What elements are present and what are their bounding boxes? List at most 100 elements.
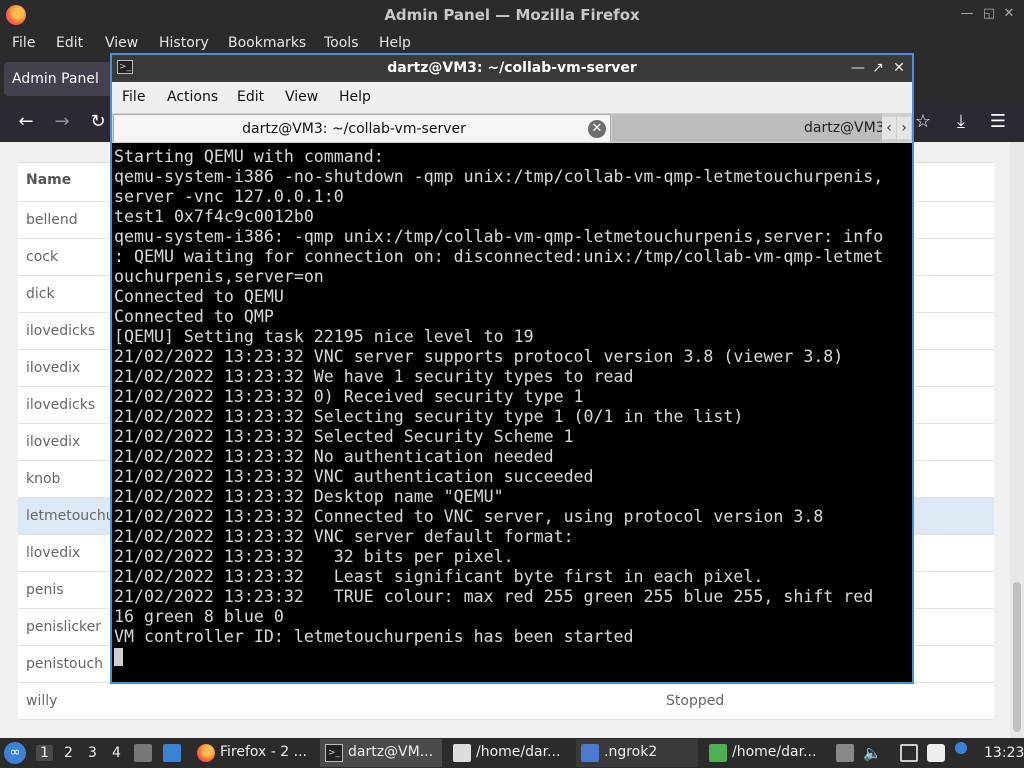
term-menu-file[interactable]: File bbox=[122, 89, 145, 105]
terminal-window-title: dartz@VM3: ~/collab-vm-server bbox=[387, 60, 637, 76]
terminal-titlebar: >_ dartz@VM3: ~/collab-vm-server — ↗ ✕ bbox=[112, 55, 912, 82]
task-label: dartz@VM... bbox=[348, 744, 434, 760]
folder-icon bbox=[581, 744, 599, 762]
task-label: /home/dar... bbox=[732, 744, 817, 760]
vm-status: Stopped bbox=[666, 693, 725, 709]
vm-name: knob bbox=[26, 471, 61, 487]
file-manager-icon[interactable] bbox=[134, 744, 152, 762]
terminal-line: 21/02/2022 13:23:32 Selected Security Sc… bbox=[114, 427, 574, 446]
menu-bookmarks[interactable]: Bookmarks bbox=[228, 35, 306, 51]
terminal-tab-label: dartz@VM3: ~/collab-vm-server bbox=[804, 120, 882, 136]
terminal-line: 21/02/2022 13:23:32 Least significant by… bbox=[114, 567, 764, 586]
start-menu-icon[interactable]: ∞ bbox=[4, 742, 26, 764]
update-icon[interactable] bbox=[955, 742, 967, 754]
terminal-line: qemu-system-i386 -no-shutdown -qmp unix:… bbox=[114, 167, 884, 186]
page-scrollbar[interactable] bbox=[1010, 142, 1024, 738]
task-terminal[interactable]: >_ dartz@VM... bbox=[320, 739, 442, 767]
terminal-menubar: File Actions Edit View Help bbox=[112, 82, 912, 113]
menu-history[interactable]: History bbox=[159, 35, 209, 51]
maximize-icon[interactable]: ◱ bbox=[980, 5, 998, 23]
terminal-tab-active[interactable]: dartz@VM3: ~/collab-vm-server ✕ bbox=[113, 114, 611, 142]
vm-name: ilovedicks bbox=[26, 397, 96, 413]
terminal-tab-2[interactable]: dartz@VM3: ~/collab-vm-server bbox=[612, 114, 882, 142]
tab-scroll-right-icon[interactable]: › bbox=[897, 117, 911, 139]
tray-stack-icon[interactable] bbox=[836, 744, 854, 762]
vm-name: ilovedicks bbox=[26, 323, 96, 339]
clipboard-icon[interactable] bbox=[927, 744, 945, 762]
workspace-2[interactable]: 2 bbox=[64, 745, 73, 761]
terminal-line: 21/02/2022 13:23:32 0) Received security… bbox=[114, 387, 584, 406]
term-menu-view[interactable]: View bbox=[285, 89, 318, 105]
terminal-line: 21/02/2022 13:23:32 No authentication ne… bbox=[114, 447, 554, 466]
menu-file[interactable]: File bbox=[12, 35, 35, 51]
terminal-window: >_ dartz@VM3: ~/collab-vm-server — ↗ ✕ F… bbox=[110, 53, 914, 684]
archive-icon bbox=[709, 744, 727, 762]
show-desktop-icon[interactable] bbox=[163, 744, 181, 762]
firefox-titlebar: Admin Panel — Mozilla Firefox — ◱ ✕ bbox=[0, 0, 1024, 30]
close-icon[interactable]: ✕ bbox=[1000, 5, 1018, 23]
volume-icon[interactable]: 🔈 bbox=[863, 744, 882, 762]
term-menu-edit[interactable]: Edit bbox=[237, 89, 264, 105]
terminal-line: 21/02/2022 13:23:32 TRUE colour: max red… bbox=[114, 587, 874, 606]
scrollbar-thumb[interactable] bbox=[1013, 582, 1021, 732]
menu-view[interactable]: View bbox=[105, 35, 138, 51]
vm-name: dick bbox=[26, 286, 55, 302]
vm-name: ilovedix bbox=[26, 434, 81, 450]
terminal-line: 21/02/2022 13:23:32 We have 1 security t… bbox=[114, 367, 634, 386]
workspace-3[interactable]: 3 bbox=[88, 745, 97, 761]
term-menu-actions[interactable]: Actions bbox=[167, 89, 218, 105]
task-label: .ngrok2 bbox=[604, 744, 658, 760]
close-icon[interactable]: ✕ bbox=[891, 59, 907, 77]
tab-admin-panel[interactable]: Admin Panel bbox=[4, 62, 112, 96]
minimize-icon[interactable]: — bbox=[850, 59, 866, 77]
terminal-tabbar: dartz@VM3: ~/collab-vm-server ✕ dartz@VM… bbox=[112, 113, 912, 143]
maximize-icon[interactable]: ↗ bbox=[870, 59, 886, 77]
taskbar: ∞ 1 2 3 4 Firefox - 2 ... >_ dartz@VM...… bbox=[0, 738, 1024, 768]
task-label: Firefox - 2 ... bbox=[220, 744, 307, 760]
task-archive[interactable]: /home/dar... bbox=[704, 739, 828, 767]
terminal-prompt bbox=[114, 647, 910, 667]
workspace-4[interactable]: 4 bbox=[112, 745, 121, 761]
task-folder[interactable]: .ngrok2 bbox=[576, 739, 698, 767]
vm-name: penis bbox=[26, 582, 64, 598]
terminal-line: server -vnc 127.0.0.1:0 bbox=[114, 187, 344, 206]
task-firefox[interactable]: Firefox - 2 ... bbox=[192, 739, 312, 767]
reload-icon[interactable]: ↻ bbox=[87, 111, 109, 133]
hamburger-menu-icon[interactable]: ☰ bbox=[987, 111, 1009, 133]
task-label: /home/dar... bbox=[476, 744, 561, 760]
table-row[interactable]: willy Stopped bbox=[18, 683, 994, 720]
workspace-1[interactable]: 1 bbox=[36, 745, 53, 761]
terminal-line: qemu-system-i386: -qmp unix:/tmp/collab-… bbox=[114, 227, 884, 246]
menu-help[interactable]: Help bbox=[379, 35, 411, 51]
vm-name: penistouch bbox=[26, 656, 104, 672]
tab-scroll-left-icon[interactable]: ‹ bbox=[882, 117, 896, 139]
menu-tools[interactable]: Tools bbox=[324, 35, 359, 51]
back-arrow-icon[interactable]: ← bbox=[15, 111, 37, 133]
terminal-line: 21/02/2022 13:23:32 Selecting security t… bbox=[114, 407, 744, 426]
minimize-icon[interactable]: — bbox=[958, 5, 976, 23]
column-header-name[interactable]: Name bbox=[26, 172, 71, 188]
vm-name: bellend bbox=[26, 212, 78, 228]
terminal-line: 21/02/2022 13:23:32 Desktop name "QEMU" bbox=[114, 487, 504, 506]
terminal-line: 21/02/2022 13:23:32 32 bits per pixel. bbox=[114, 547, 514, 566]
terminal-line: 21/02/2022 13:23:32 Connected to VNC ser… bbox=[114, 507, 824, 526]
menu-edit[interactable]: Edit bbox=[56, 35, 83, 51]
display-icon[interactable] bbox=[900, 744, 918, 762]
terminal-line: 21/02/2022 13:23:32 VNC server default f… bbox=[114, 527, 574, 546]
text-editor-icon bbox=[453, 744, 471, 762]
vm-name: penislicker bbox=[26, 619, 102, 635]
terminal-line: test1 0x7f4c9c0012b0 bbox=[114, 207, 314, 226]
clock[interactable]: 13:23 bbox=[984, 745, 1024, 761]
term-menu-help[interactable]: Help bbox=[339, 89, 371, 105]
firefox-icon bbox=[197, 744, 215, 762]
task-text-editor[interactable]: /home/dar... bbox=[448, 739, 570, 767]
forward-arrow-icon[interactable]: → bbox=[51, 111, 73, 133]
text-cursor bbox=[114, 648, 123, 666]
terminal-line: Connected to QEMU bbox=[114, 287, 284, 306]
terminal-line: [QEMU] Setting task 22195 nice level to … bbox=[114, 327, 534, 346]
terminal-output[interactable]: Starting QEMU with command: qemu-system-i… bbox=[114, 147, 910, 680]
star-icon[interactable]: ☆ bbox=[912, 111, 934, 133]
download-icon[interactable]: ⤓ bbox=[950, 111, 972, 133]
close-tab-icon[interactable]: ✕ bbox=[588, 120, 606, 138]
vm-name: cock bbox=[26, 249, 59, 265]
